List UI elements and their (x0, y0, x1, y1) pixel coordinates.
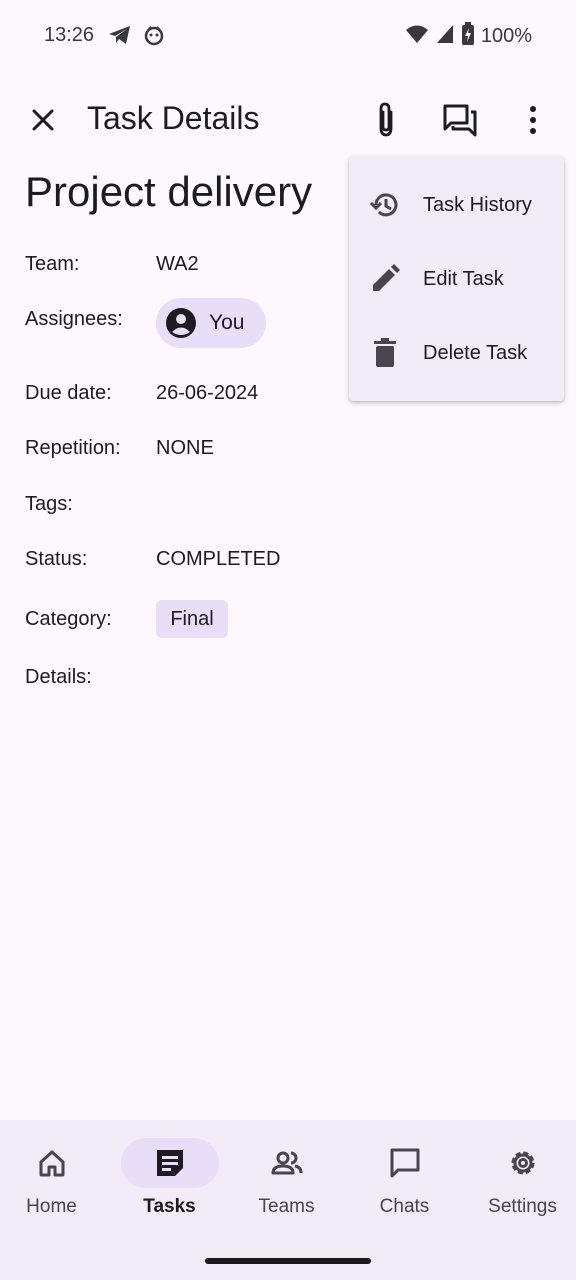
chat-button[interactable] (436, 96, 484, 144)
top-app-bar: Task Details (0, 88, 576, 152)
category-label: Category: (25, 608, 112, 630)
status-value: COMPLETED (156, 548, 281, 570)
nav-item-chats[interactable]: Chats (347, 1120, 462, 1230)
more-options-button[interactable] (509, 96, 557, 144)
edit-icon (373, 264, 400, 291)
nav-label-tasks: Tasks (143, 1196, 196, 1217)
due-date-value: 26-06-2024 (156, 382, 259, 404)
close-button[interactable] (19, 96, 67, 144)
status-bar: 13:26 100% (0, 0, 576, 72)
repetition-value: NONE (156, 437, 214, 459)
team-label: Team: (25, 253, 80, 275)
home-indicator (205, 1258, 371, 1264)
overflow-menu: Task History Edit Task Delete Task (349, 156, 564, 401)
assignee-chip[interactable]: You (156, 298, 266, 348)
telegram-icon (108, 24, 132, 51)
menu-item-delete-task[interactable]: Delete Task (349, 316, 564, 390)
category-chip: Final (156, 600, 228, 638)
close-icon (32, 109, 54, 131)
home-icon (39, 1150, 64, 1177)
android-face-icon (143, 24, 165, 51)
task-title: Project delivery (25, 168, 313, 215)
teams-icon (271, 1151, 302, 1175)
settings-icon (511, 1151, 534, 1175)
assignee-name: You (209, 311, 245, 334)
nav-item-teams[interactable]: Teams (229, 1120, 344, 1230)
account-circle-icon (166, 308, 196, 338)
history-icon (369, 193, 398, 217)
details-row: Details: (25, 666, 545, 706)
status-row: Status: COMPLETED (25, 548, 545, 588)
menu-label-edit-task: Edit Task (423, 267, 504, 290)
due-date-label: Due date: (25, 382, 112, 404)
repetition-label: Repetition: (25, 437, 121, 459)
tasks-icon (156, 1150, 183, 1176)
details-label: Details: (25, 666, 92, 688)
nav-label-teams: Teams (258, 1196, 315, 1217)
page-title: Task Details (87, 100, 260, 136)
status-label: Status: (25, 548, 88, 570)
tags-label: Tags: (25, 493, 73, 515)
delete-icon (374, 338, 396, 367)
repetition-row: Repetition: NONE (25, 437, 545, 477)
signal-icon (435, 23, 455, 50)
menu-item-task-history[interactable]: Task History (349, 168, 564, 242)
battery-icon (461, 22, 475, 51)
chat-icon (390, 1148, 419, 1178)
nav-item-home[interactable]: Home (0, 1120, 109, 1230)
forum-icon (443, 104, 477, 137)
attach-icon (379, 102, 393, 137)
team-value: WA2 (156, 253, 199, 275)
nav-item-tasks[interactable]: Tasks (112, 1120, 227, 1230)
category-row: Category: Final (25, 600, 545, 648)
nav-label-home: Home (26, 1196, 77, 1217)
menu-label-task-history: Task History (423, 193, 532, 216)
more-vert-icon (530, 106, 536, 134)
nav-item-settings[interactable]: Settings (465, 1120, 576, 1230)
status-indicators: 100% (405, 22, 532, 51)
nav-label-chats: Chats (379, 1196, 430, 1217)
bottom-navigation: Home Tasks Teams Chats Settings (0, 1120, 576, 1280)
battery-percent: 100% (480, 25, 532, 47)
menu-label-delete-task: Delete Task (423, 341, 528, 364)
attach-button[interactable] (362, 96, 410, 144)
wifi-icon (405, 23, 429, 50)
tags-row: Tags: (25, 493, 545, 533)
status-time: 13:26 (44, 24, 95, 46)
assignees-label: Assignees: (25, 308, 123, 330)
nav-label-settings: Settings (488, 1196, 557, 1217)
menu-item-edit-task[interactable]: Edit Task (349, 242, 564, 316)
